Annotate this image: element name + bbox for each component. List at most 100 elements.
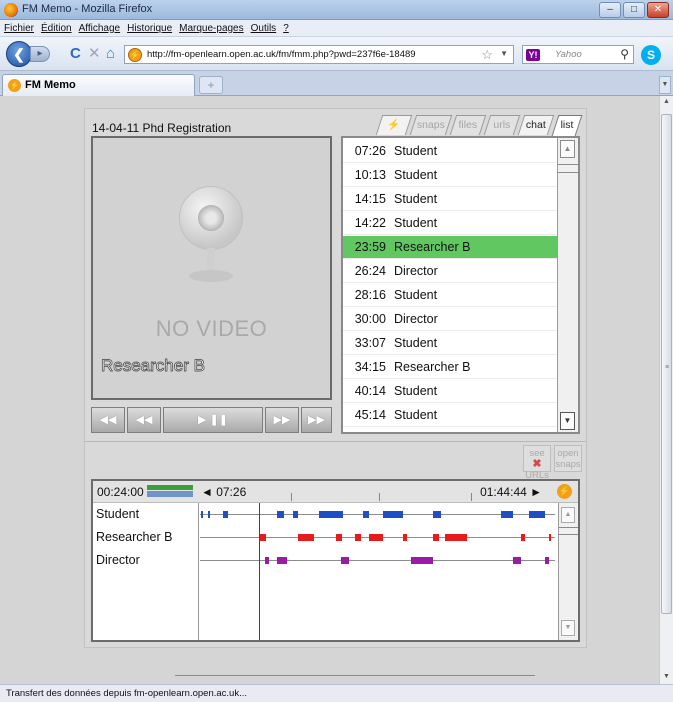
student-segment[interactable] (363, 511, 369, 518)
yahoo-engine-icon[interactable]: Y! (526, 49, 540, 61)
student-segment[interactable] (277, 511, 284, 518)
skype-icon[interactable]: S (641, 45, 661, 65)
menu-marque-pages[interactable]: Marque-pages (179, 23, 243, 34)
student-segment[interactable] (223, 511, 228, 518)
minimize-button[interactable]: – (599, 2, 621, 18)
see-urls-button[interactable]: see ✖ URLs (523, 445, 551, 481)
tab-snaps[interactable]: snaps (409, 115, 453, 135)
timeline-scroll-up-icon[interactable]: ▲ (561, 507, 575, 523)
url-text[interactable]: http://fm-openlearn.open.ac.uk/fm/fmm.ph… (147, 49, 416, 60)
list-item[interactable]: 45:14 Student (343, 404, 557, 427)
site-favicon-icon: ⚡ (128, 48, 142, 62)
maximize-button[interactable]: □ (623, 2, 645, 18)
list-item-selected[interactable]: 23:59 Researcher B (343, 236, 557, 259)
skip-end-button[interactable]: ▶▶ (301, 407, 332, 433)
list-scroll-thumb[interactable] (558, 164, 578, 173)
researcher-b-segment[interactable] (403, 534, 407, 541)
timeline-end-time[interactable]: 01:44:44 ► (480, 485, 542, 499)
menu-fichier[interactable]: Fichier (4, 23, 34, 34)
list-item-time: 14:15 (354, 192, 386, 206)
search-bar[interactable]: Y! Yahoo ⚲ (522, 45, 634, 64)
tab-fm-memo[interactable]: ⚡ FM Memo (2, 74, 195, 96)
director-segment[interactable] (277, 557, 287, 564)
menu-help[interactable]: ? (283, 23, 289, 34)
list-item[interactable]: 34:15 Researcher B (343, 356, 557, 379)
list-item-name: Student (394, 384, 438, 398)
researcher-b-segment[interactable] (355, 534, 361, 541)
search-placeholder[interactable]: Yahoo (555, 49, 582, 60)
student-segment[interactable] (383, 511, 403, 518)
bookmark-star-icon[interactable]: ☆ (481, 47, 493, 63)
timeline-playhead[interactable] (259, 503, 260, 640)
list-item[interactable]: 33:07 Student (343, 332, 557, 355)
reload-icon[interactable]: C (70, 46, 81, 62)
list-scroll-down-icon[interactable]: ▼ (560, 412, 575, 430)
scroll-up-icon[interactable]: ▲ (663, 98, 670, 105)
list-scrollbar[interactable]: ▲ ▼ (557, 138, 578, 432)
director-segment[interactable] (265, 557, 269, 564)
timeline-scroll-thumb[interactable] (559, 527, 578, 535)
menu-affichage[interactable]: Affichage (79, 23, 121, 34)
list-scroll-up-icon[interactable]: ▲ (560, 140, 575, 158)
researcher-b-segment[interactable] (433, 534, 439, 541)
timeline-zoom-bar[interactable] (147, 485, 193, 497)
researcher-b-segment[interactable] (259, 534, 266, 541)
student-segment[interactable] (319, 511, 343, 518)
researcher-b-segment[interactable] (445, 534, 467, 541)
director-segment[interactable] (513, 557, 521, 564)
fast-forward-button[interactable]: ▶▶ (265, 407, 299, 433)
url-bar[interactable]: ⚡ http://fm-openlearn.open.ac.uk/fm/fmm.… (124, 45, 514, 64)
timeline-scroll-down-icon[interactable]: ▼ (561, 620, 575, 636)
list-item[interactable]: 10:13 Student (343, 164, 557, 187)
tab-list-icon[interactable]: ▼ (659, 76, 671, 94)
student-segment[interactable] (501, 511, 513, 518)
tab-list[interactable]: list (551, 115, 583, 136)
tab-urls[interactable]: urls (483, 115, 521, 135)
student-segment[interactable] (201, 511, 203, 518)
tab-chat[interactable]: chat (517, 115, 555, 135)
page-scrollbar[interactable]: ▲ ≡ ▼ (659, 96, 673, 684)
menu-outils[interactable]: Outils (251, 23, 277, 34)
rewind-button[interactable]: ◀◀ (127, 407, 161, 433)
forward-button[interactable]: ▸ (30, 46, 50, 62)
search-icon[interactable]: ⚲ (620, 47, 629, 61)
menu-edition[interactable]: Édition (41, 23, 72, 34)
play-pause-button[interactable]: ▶ ❚❚ (163, 407, 263, 433)
researcher-b-segment[interactable] (549, 534, 551, 541)
researcher-b-segment[interactable] (369, 534, 383, 541)
skip-start-button[interactable]: ◀◀ (91, 407, 125, 433)
timeline-current-time[interactable]: ◄ 07:26 (201, 485, 246, 499)
student-segment[interactable] (529, 511, 545, 518)
open-snaps-button[interactable]: open snaps (554, 445, 582, 472)
tab-snaps-label: snaps (416, 119, 445, 131)
stop-icon[interactable]: ✕ (88, 46, 101, 62)
list-item[interactable]: 28:16 Student (343, 284, 557, 307)
researcher-b-segment[interactable] (336, 534, 342, 541)
researcher-b-segment[interactable] (521, 534, 525, 541)
list-item-time: 14:22 (354, 216, 386, 230)
home-icon[interactable]: ⌂ (106, 46, 115, 62)
director-segment[interactable] (411, 557, 433, 564)
timeline-scrollbar[interactable]: ▲ ▼ (558, 503, 578, 640)
list-item[interactable]: 30:00 Director (343, 308, 557, 331)
url-dropdown-icon[interactable]: ▼ (500, 49, 508, 58)
list-item[interactable]: 14:22 Student (343, 212, 557, 235)
close-button[interactable]: ✕ (647, 2, 669, 18)
director-segment[interactable] (341, 557, 349, 564)
new-tab-button[interactable]: + (199, 76, 223, 94)
timeline-bolt-icon[interactable]: ⚡ (557, 484, 572, 499)
list-item[interactable]: 40:14 Student (343, 380, 557, 403)
student-segment[interactable] (208, 511, 210, 518)
researcher-b-segment[interactable] (298, 534, 314, 541)
director-segment[interactable] (545, 557, 549, 564)
tab-files[interactable]: files (449, 115, 487, 135)
menu-historique[interactable]: Historique (127, 23, 172, 34)
list-item[interactable]: 14:15 Student (343, 188, 557, 211)
tab-bolt[interactable]: ⚡ (375, 115, 413, 135)
scroll-down-icon[interactable]: ▼ (663, 673, 670, 680)
list-item[interactable]: 07:26 Student (343, 140, 557, 163)
student-segment[interactable] (293, 511, 298, 518)
student-segment[interactable] (433, 511, 441, 518)
back-button[interactable]: ❮ (6, 41, 32, 67)
list-item[interactable]: 26:24 Director (343, 260, 557, 283)
